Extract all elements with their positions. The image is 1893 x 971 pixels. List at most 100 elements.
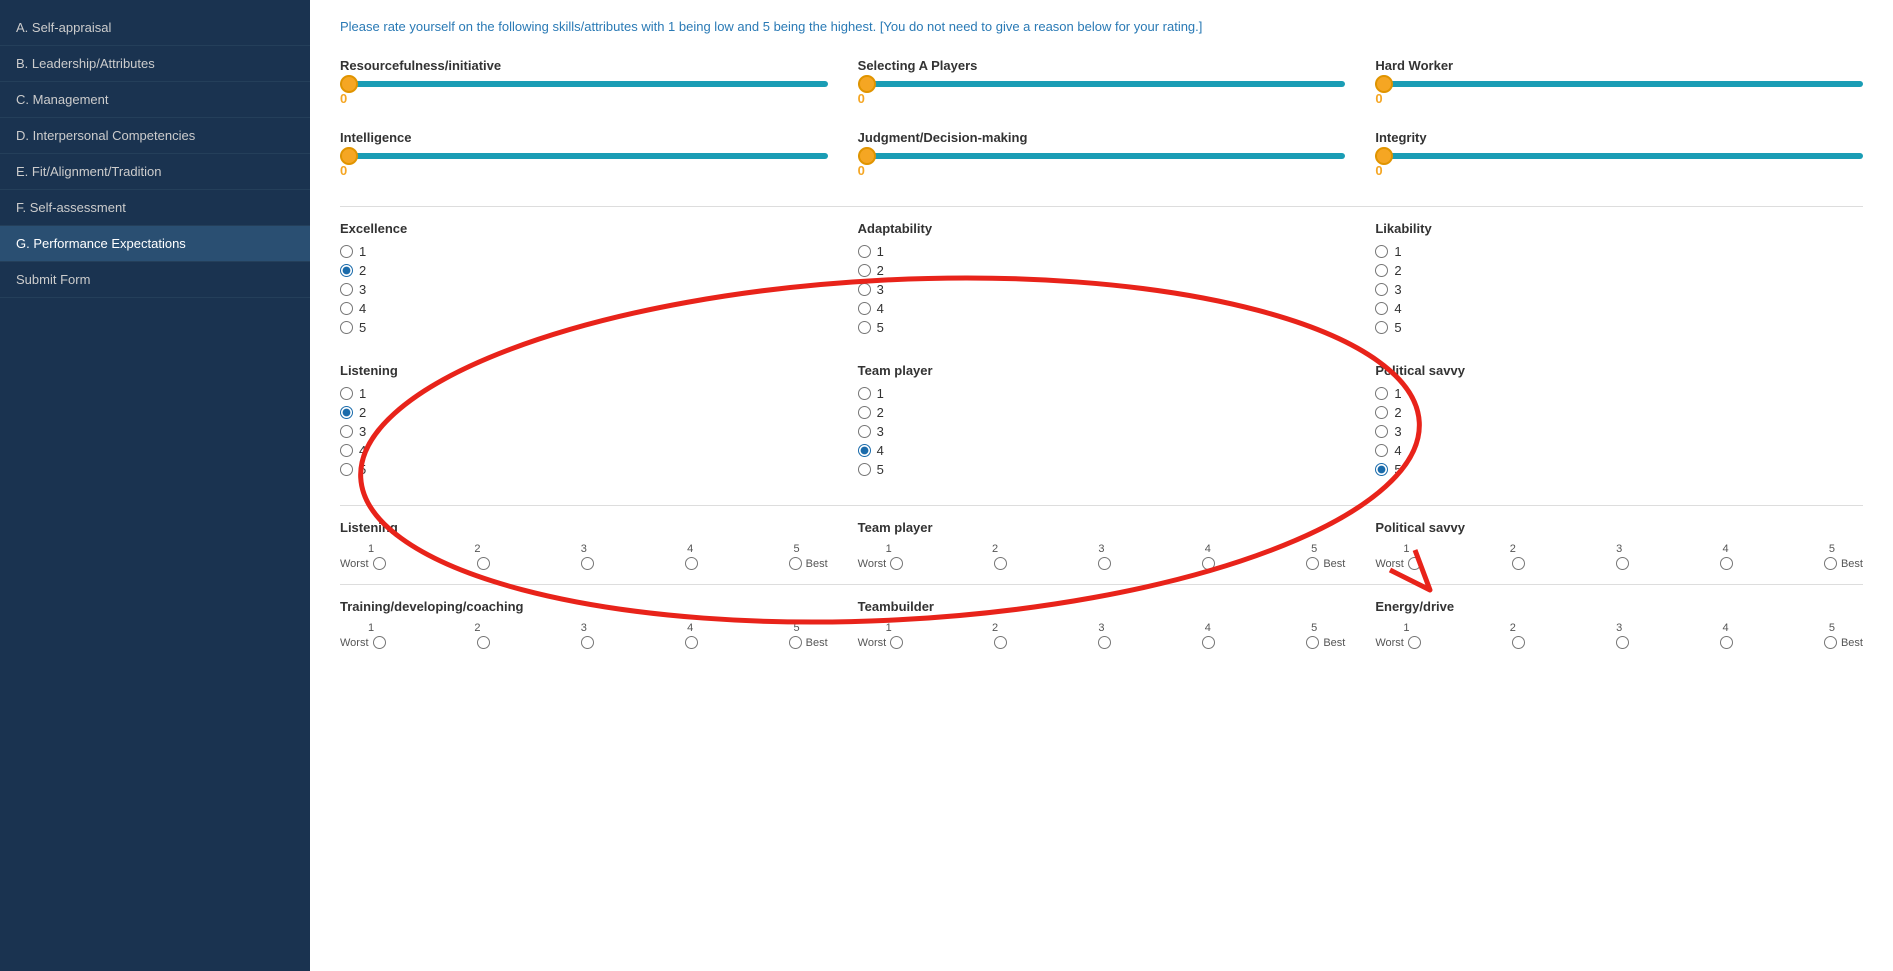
slider-section: Resourcefulness/initiative 0 Selecting A… bbox=[340, 58, 1863, 178]
scale-political-savvy-radio-4[interactable] bbox=[1720, 557, 1733, 570]
sidebar-item-self-appraisal[interactable]: A. Self-appraisal bbox=[0, 10, 310, 46]
listening-option-1[interactable]: 1 bbox=[340, 386, 828, 401]
scale-listening-radio-2[interactable] bbox=[477, 557, 490, 570]
adaptability-option-3[interactable]: 3 bbox=[858, 282, 1346, 297]
radio-group-political-savvy: Political savvy 1 2 3 4 5 bbox=[1375, 363, 1863, 477]
likability-option-1[interactable]: 1 bbox=[1375, 244, 1863, 259]
scale-training-numbers: 1 2 3 4 5 bbox=[340, 622, 828, 634]
listening-option-2[interactable]: 2 bbox=[340, 405, 828, 420]
sidebar-item-submit[interactable]: Submit Form bbox=[0, 262, 310, 298]
team-player-option-1[interactable]: 1 bbox=[858, 386, 1346, 401]
team-player-option-4[interactable]: 4 bbox=[858, 443, 1346, 458]
scale-team-player-radio-3[interactable] bbox=[1098, 557, 1111, 570]
political-savvy-option-1[interactable]: 1 bbox=[1375, 386, 1863, 401]
radio-group-adaptability: Adaptability 1 2 3 4 5 bbox=[858, 221, 1346, 335]
best-label-listening: Best bbox=[806, 558, 828, 570]
slider-thumb-2[interactable] bbox=[858, 75, 876, 93]
listening-option-3[interactable]: 3 bbox=[340, 424, 828, 439]
excellence-option-4[interactable]: 4 bbox=[340, 301, 828, 316]
team-player-option-2[interactable]: 2 bbox=[858, 405, 1346, 420]
sidebar-item-leadership[interactable]: B. Leadership/Attributes bbox=[0, 46, 310, 82]
scale-energy-drive-radio-4[interactable] bbox=[1720, 636, 1733, 649]
likability-option-5[interactable]: 5 bbox=[1375, 320, 1863, 335]
slider-selecting-a-players: Selecting A Players 0 bbox=[858, 58, 1346, 106]
likability-option-4[interactable]: 4 bbox=[1375, 301, 1863, 316]
scale-energy-drive-radio-3[interactable] bbox=[1616, 636, 1629, 649]
slider-track-4 bbox=[340, 153, 828, 159]
worst-label-political-savvy: Worst bbox=[1375, 558, 1404, 570]
scale-training-radio-3[interactable] bbox=[581, 636, 594, 649]
scale-team-player-radio-1[interactable] bbox=[890, 557, 903, 570]
sidebar-item-interpersonal[interactable]: D. Interpersonal Competencies bbox=[0, 118, 310, 154]
scale-energy-drive-labels: Worst Best bbox=[1375, 636, 1863, 649]
scale-teambuilder-labels: Worst Best bbox=[858, 636, 1346, 649]
political-savvy-options: 1 2 3 4 5 bbox=[1375, 386, 1863, 477]
sidebar-item-performance[interactable]: G. Performance Expectations bbox=[0, 226, 310, 262]
political-savvy-option-4[interactable]: 4 bbox=[1375, 443, 1863, 458]
slider-thumb-5[interactable] bbox=[858, 147, 876, 165]
adaptability-option-1[interactable]: 1 bbox=[858, 244, 1346, 259]
excellence-option-2[interactable]: 2 bbox=[340, 263, 828, 278]
scale-political-savvy-radio-5[interactable] bbox=[1824, 557, 1837, 570]
sidebar-item-management[interactable]: C. Management bbox=[0, 82, 310, 118]
scale-political-savvy-numbers: 1 2 3 4 5 bbox=[1375, 543, 1863, 555]
scale-teambuilder-radio-4[interactable] bbox=[1202, 636, 1215, 649]
scale-team-player-radio-2[interactable] bbox=[994, 557, 1007, 570]
slider-hardworker-value: 0 bbox=[1375, 91, 1863, 106]
scale-training-radios bbox=[369, 636, 806, 649]
team-player-option-3[interactable]: 3 bbox=[858, 424, 1346, 439]
scale-team-player-label: Team player bbox=[858, 520, 1346, 535]
scale-training-radio-1[interactable] bbox=[373, 636, 386, 649]
worst-label-team-player: Worst bbox=[858, 558, 887, 570]
scale-team-player-radio-4[interactable] bbox=[1202, 557, 1215, 570]
scale-political-savvy-radio-2[interactable] bbox=[1512, 557, 1525, 570]
scale-teambuilder-radio-3[interactable] bbox=[1098, 636, 1111, 649]
best-label-energy-drive: Best bbox=[1841, 637, 1863, 649]
scale-energy-drive-radio-1[interactable] bbox=[1408, 636, 1421, 649]
scale-energy-drive: Energy/drive 1 2 3 4 5 Worst Best bbox=[1375, 599, 1863, 649]
scale-listening-radio-1[interactable] bbox=[373, 557, 386, 570]
scale-listening-radio-4[interactable] bbox=[685, 557, 698, 570]
scale-training-radio-2[interactable] bbox=[477, 636, 490, 649]
political-savvy-option-2[interactable]: 2 bbox=[1375, 405, 1863, 420]
scale-teambuilder-radio-5[interactable] bbox=[1306, 636, 1319, 649]
scale-training-radio-5[interactable] bbox=[789, 636, 802, 649]
likability-options: 1 2 3 4 5 bbox=[1375, 244, 1863, 335]
excellence-option-1[interactable]: 1 bbox=[340, 244, 828, 259]
likability-option-2[interactable]: 2 bbox=[1375, 263, 1863, 278]
scale-political-savvy-radio-1[interactable] bbox=[1408, 557, 1421, 570]
adaptability-options: 1 2 3 4 5 bbox=[858, 244, 1346, 335]
slider-integrity-value: 0 bbox=[1375, 163, 1863, 178]
adaptability-option-5[interactable]: 5 bbox=[858, 320, 1346, 335]
excellence-option-3[interactable]: 3 bbox=[340, 282, 828, 297]
slider-track-5 bbox=[858, 153, 1346, 159]
excellence-option-5[interactable]: 5 bbox=[340, 320, 828, 335]
scale-listening-radio-3[interactable] bbox=[581, 557, 594, 570]
slider-intelligence-track-container bbox=[340, 153, 828, 159]
scale-political-savvy-radio-3[interactable] bbox=[1616, 557, 1629, 570]
listening-option-4[interactable]: 4 bbox=[340, 443, 828, 458]
listening-option-5[interactable]: 5 bbox=[340, 462, 828, 477]
scale-team-player-radio-5[interactable] bbox=[1306, 557, 1319, 570]
worst-label-training: Worst bbox=[340, 637, 369, 649]
adaptability-option-2[interactable]: 2 bbox=[858, 263, 1346, 278]
scale-political-savvy-radios bbox=[1404, 557, 1841, 570]
likability-option-3[interactable]: 3 bbox=[1375, 282, 1863, 297]
adaptability-label: Adaptability bbox=[858, 221, 1346, 236]
political-savvy-option-5[interactable]: 5 bbox=[1375, 462, 1863, 477]
best-label-teambuilder: Best bbox=[1323, 637, 1345, 649]
scale-energy-drive-radio-5[interactable] bbox=[1824, 636, 1837, 649]
radio-group-team-player: Team player 1 2 3 4 5 bbox=[858, 363, 1346, 477]
scale-training-radio-4[interactable] bbox=[685, 636, 698, 649]
scale-listening-radios bbox=[369, 557, 806, 570]
scale-listening-radio-5[interactable] bbox=[789, 557, 802, 570]
team-player-option-5[interactable]: 5 bbox=[858, 462, 1346, 477]
sidebar-item-self-assessment[interactable]: F. Self-assessment bbox=[0, 190, 310, 226]
sidebar-item-fit-alignment[interactable]: E. Fit/Alignment/Tradition bbox=[0, 154, 310, 190]
scale-teambuilder-radio-1[interactable] bbox=[890, 636, 903, 649]
adaptability-option-4[interactable]: 4 bbox=[858, 301, 1346, 316]
scale-energy-drive-radio-2[interactable] bbox=[1512, 636, 1525, 649]
scale-teambuilder-radio-2[interactable] bbox=[994, 636, 1007, 649]
political-savvy-option-3[interactable]: 3 bbox=[1375, 424, 1863, 439]
worst-label-energy-drive: Worst bbox=[1375, 637, 1404, 649]
